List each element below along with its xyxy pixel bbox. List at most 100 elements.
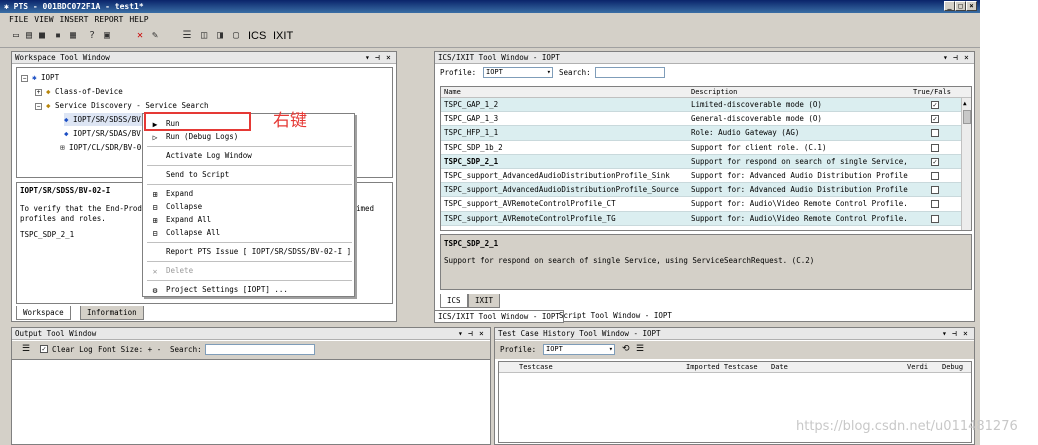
menu-item-send-to-script[interactable]: Send to Script	[143, 168, 354, 181]
tab-workspace[interactable]: Workspace	[16, 306, 71, 320]
list-icon[interactable]: ☰	[636, 344, 644, 354]
ics-profile-select[interactable]: IOPT ▾	[483, 67, 553, 78]
pin-icon[interactable]: ⊣	[468, 328, 473, 340]
close-button[interactable]: ×	[966, 1, 977, 11]
menu-item-report-issue[interactable]: Report PTS Issue [ IOPT/SR/SDSS/BV-02-I …	[143, 245, 354, 258]
col-description[interactable]: Description	[691, 88, 737, 96]
save-all-icon[interactable]: ▪	[52, 30, 64, 42]
table-row[interactable]: TSPC_support_AdvancedAudioDistributionPr…	[441, 183, 961, 198]
table-row[interactable]: TSPC_support_AVRemoteControlProfile_TG Su…	[441, 211, 961, 226]
menu-item-expand-all[interactable]: ⊞ Expand All	[143, 213, 354, 226]
scroll-up-icon[interactable]: ▲	[963, 100, 967, 107]
menu-view[interactable]: VIEW	[31, 13, 56, 26]
dropdown-icon[interactable]: ▾	[942, 328, 947, 340]
menu-item-collapse-all[interactable]: ⊟ Collapse All	[143, 226, 354, 239]
font-size-controls[interactable]: Font Size: + -	[98, 345, 161, 354]
menu-report[interactable]: REPORT	[91, 13, 126, 26]
close-icon[interactable]: ×	[964, 52, 969, 64]
minimize-button[interactable]: _	[944, 1, 955, 11]
maximize-button[interactable]: □	[955, 1, 966, 11]
close-icon[interactable]: ×	[479, 328, 484, 340]
tree-node-service-discovery[interactable]: − ◆ Service Discovery - Service Search	[35, 99, 209, 112]
output-search-input[interactable]	[205, 344, 315, 355]
col-debug[interactable]: Debug	[942, 363, 963, 371]
col-true-false[interactable]: True/Fals	[913, 88, 951, 96]
ics-scrollbar[interactable]: ▲	[961, 98, 971, 230]
table-row[interactable]: TSPC_SDP_1b_2 Support for client role. (C…	[441, 140, 961, 155]
menu-item-collapse[interactable]: ⊟ Collapse	[143, 200, 354, 213]
dropdown-icon[interactable]: ▾	[365, 52, 370, 64]
layout-icon[interactable]: ◫	[198, 30, 210, 42]
pin-icon[interactable]: ⊣	[953, 52, 958, 64]
output-toolbar: ☰ ✓ Clear Log Font Size: + - Search:	[12, 341, 490, 359]
output-search-label: Search:	[170, 345, 202, 354]
menu-file[interactable]: FILE	[0, 13, 31, 26]
split-icon[interactable]: ◨	[214, 30, 226, 42]
col-verdict[interactable]: Verdi	[907, 363, 928, 371]
menu-item-activate-log[interactable]: Activate Log Window	[143, 149, 354, 162]
tab-ixit[interactable]: IXIT	[468, 294, 501, 308]
col-name[interactable]: Name	[444, 88, 461, 96]
true-false-checkbox[interactable]: ✓	[931, 115, 939, 124]
refresh-icon[interactable]: ⟲	[622, 344, 630, 354]
table-row[interactable]: TSPC_support_AdvancedAudioDistributionPr…	[441, 169, 961, 184]
tree-node-testcase-sdas[interactable]: ◆ IOPT/SR/SDAS/BV-0	[64, 127, 150, 140]
tab-ics-ixit-window[interactable]: ICS/IXIT Tool Window - IOPT	[434, 310, 564, 323]
tree-node-iopt[interactable]: − ✱ IOPT	[21, 71, 59, 84]
tools-icon[interactable]: ✎	[149, 30, 161, 42]
new-icon[interactable]: ▭	[10, 30, 22, 42]
table-row[interactable]: TSPC_GAP_1_2 Limited-discoverable mode (O…	[441, 98, 961, 113]
ixit-button[interactable]: IXIT	[273, 30, 293, 42]
menu-insert[interactable]: INSERT	[57, 13, 92, 26]
menu-item-run-debug[interactable]: ▷ Run (Debug Logs)	[143, 130, 354, 143]
true-false-checkbox[interactable]: ✓	[931, 157, 939, 166]
ics-button[interactable]: ICS	[248, 30, 266, 42]
col-imported-testcase[interactable]: Imported Testcase	[686, 363, 758, 371]
menu-item-delete[interactable]: ✕ Delete	[143, 264, 354, 277]
true-false-checkbox[interactable]	[931, 172, 939, 180]
folder-icon: ◆	[46, 101, 51, 110]
tab-script-window[interactable]: Script Tool Window - IOPT	[556, 310, 675, 323]
close-icon[interactable]: ×	[963, 328, 968, 340]
col-date[interactable]: Date	[771, 363, 788, 371]
tab-information[interactable]: Information	[80, 306, 144, 320]
table-row[interactable]: TSPC_HFP_1_1 Role: Audio Gateway (AG)	[441, 126, 961, 141]
list-icon[interactable]: ☰	[22, 344, 30, 354]
delete-icon[interactable]: ✕	[134, 30, 146, 42]
clear-log-checkbox[interactable]: ✓	[40, 345, 48, 353]
ics-detail-panel: TSPC_SDP_2_1 Support for respond on sear…	[440, 234, 972, 290]
table-row[interactable]: TSPC_SDP_2_1 Support for respond on searc…	[441, 154, 961, 169]
true-false-checkbox[interactable]	[931, 143, 939, 152]
menu-item-expand[interactable]: ⊞ Expand	[143, 187, 354, 200]
menu-help[interactable]: HELP	[126, 13, 151, 26]
tree-node-testcase-sdr[interactable]: ⊞ IOPT/CL/SDR/BV-0	[60, 141, 141, 154]
true-false-checkbox[interactable]	[931, 186, 939, 195]
ics-search-input[interactable]	[595, 67, 665, 78]
pin-icon[interactable]: ⊣	[375, 52, 380, 64]
list-icon[interactable]: ☰	[181, 30, 193, 42]
tab-ics[interactable]: ICS	[440, 294, 468, 308]
true-false-checkbox[interactable]	[931, 129, 939, 138]
true-false-checkbox[interactable]	[931, 214, 939, 223]
monitor-icon[interactable]: ▢	[230, 30, 242, 42]
col-testcase[interactable]: Testcase	[519, 363, 553, 371]
dropdown-icon[interactable]: ▾	[458, 328, 463, 340]
save-icon[interactable]: ■	[36, 30, 48, 42]
history-profile-select[interactable]: IOPT ▾	[543, 344, 615, 355]
true-false-checkbox[interactable]	[931, 200, 939, 209]
table-row[interactable]: TSPC_support_AVRemoteControlProfile_CT Su…	[441, 197, 961, 212]
table-row[interactable]: TSPC_GAP_1_3 General-discoverable mode (O…	[441, 112, 961, 127]
open-icon[interactable]: ▤	[23, 30, 35, 42]
tree-node-class-of-device[interactable]: + ◆ Class-of-Device	[35, 85, 123, 98]
menu-item-project-settings[interactable]: ⚙ Project Settings [IOPT] ...	[143, 283, 354, 296]
output-log-area[interactable]	[12, 359, 490, 444]
dropdown-icon[interactable]: ▾	[943, 52, 948, 64]
window-icon[interactable]: ▣	[101, 30, 113, 42]
help-icon[interactable]: ?	[86, 30, 98, 42]
true-false-checkbox[interactable]: ✓	[931, 101, 939, 109]
pin-icon[interactable]: ⊣	[952, 328, 957, 340]
tree-node-testcase-sdss[interactable]: ◆ IOPT/SR/SDSS/BV-0	[64, 113, 150, 126]
close-icon[interactable]: ×	[386, 52, 391, 64]
print-icon[interactable]: ▦	[67, 30, 79, 42]
scroll-thumb[interactable]	[963, 110, 971, 124]
